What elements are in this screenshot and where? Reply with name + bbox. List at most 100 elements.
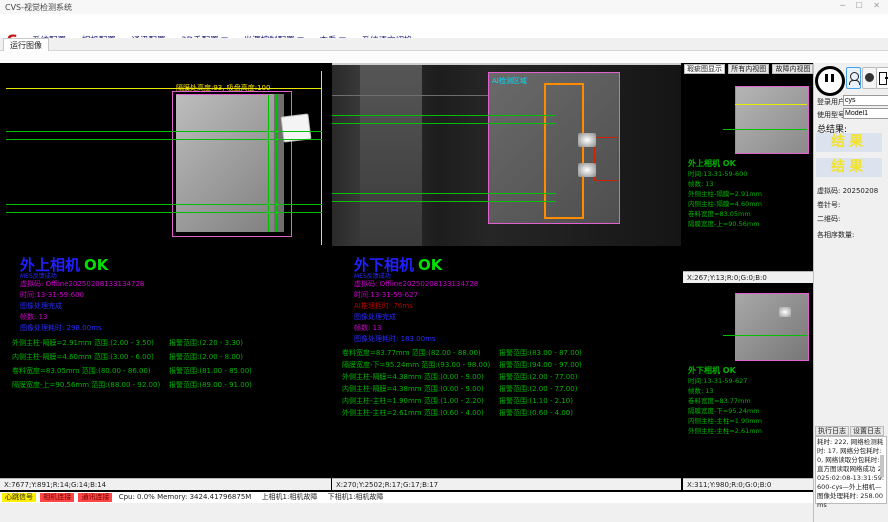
left-measure-row: 外侧主柱-隔膜=2.91mm 范围:(2.00 - 3.50)报警范围:(2.2…	[12, 338, 154, 348]
middle-measure-line-1	[332, 115, 556, 116]
thumb2-coordinate-bar: X:311;Y:980;R:0;G:0;B:0	[683, 478, 813, 490]
thumb1-line: 隔膜宽度-上=90.56mm	[688, 220, 760, 229]
left-process-done: 图像处理完成	[20, 301, 62, 311]
user-icon-body	[849, 80, 860, 85]
log-textarea[interactable]: 耗时: 222, 网络检测耗时: 17, 网络分包耗时: 0, 网络读取分包耗时…	[815, 436, 887, 504]
thumb2-line: 时间:13-31-59-627	[688, 377, 747, 386]
title-bar: CVS-视觉检测系统 ─ ☐ ✕	[0, 0, 888, 15]
login-user-button[interactable]	[846, 67, 861, 89]
thumbnail-panel-1[interactable]: 外上相机 OK 时间:13-31-59-600 帧数: 13 外侧主柱-隔膜=2…	[683, 74, 813, 271]
thumb1-line-title: 外上相机 OK	[688, 158, 736, 169]
exit-door-icon	[879, 72, 887, 85]
thumb2-line: 卷料宽度=83.77mm	[688, 397, 751, 406]
log-text: 耗时: 222, 网络检测耗时: 17, 网络分包耗时: 0, 网络读取分包耗时…	[817, 438, 885, 510]
thumb1-line: 帧数: 13	[688, 180, 714, 189]
middle-process-time: 图像处理耗时: 183.00ms	[354, 334, 436, 344]
middle-time: 时间:13-31-59-627	[354, 290, 418, 300]
thumb2-line: 外侧主柱-主柱=2.61mm	[688, 427, 762, 436]
middle-ai-box-red	[594, 137, 618, 181]
left-frame-count: 帧数: 13	[20, 312, 48, 322]
thumb2-line: 内侧主柱-主柱=1.90mm	[688, 417, 762, 426]
left-measure-line-3	[6, 204, 322, 205]
middle-result-ok: OK	[418, 256, 442, 274]
middle-highlight-2	[578, 163, 596, 177]
left-camera-panel[interactable]: 隔膜处高度:93, 吸盘高度:100 外上相机OK MES反馈成功 虚拟码: O…	[0, 63, 331, 478]
tab-run-image[interactable]: 运行图像	[3, 38, 49, 52]
middle-measure-row: 内侧主柱-隔膜=4.38mm 范围:(0.00 - 9.00)报警范围:(2.0…	[342, 384, 484, 394]
left-result-ok: OK	[84, 256, 108, 274]
left-measure-vline-2	[276, 94, 277, 232]
app-window: { "window": { "title": "CVS-视觉检测系统", "co…	[0, 0, 888, 522]
qr-code-label: 二维码:	[817, 214, 840, 224]
thumb1-line: 内侧主柱-隔膜=4.60mm	[688, 200, 762, 209]
thumb2-line: 隔膜宽度-下=95.24mm	[688, 407, 760, 416]
middle-ai-box-orange	[544, 83, 584, 219]
left-coordinate-bar: X:7677;Y:891;R:14;G:14;B:14	[0, 478, 331, 490]
thumbnail-image-2	[735, 293, 809, 361]
heartbeat-badge: 心跳信号	[2, 493, 36, 502]
thumbnail-tabs: 瑕疵图显示 所有内视图 故障内视图	[684, 64, 814, 74]
left-measure-row: 卷料宽度=83.05mm 范围:(80.00 - 86.00)报警范围:(81.…	[12, 366, 151, 376]
model-input[interactable]	[843, 108, 888, 119]
thumb2-mark-green	[723, 335, 807, 336]
needle-number-label: 卷针号:	[817, 200, 840, 210]
thumb1-line: 时间:13-31-59-600	[688, 170, 747, 179]
middle-measure-row: 隔膜宽度-下=95.24mm 范围:(93.00 - 98.00)报警范围:(9…	[342, 360, 490, 370]
left-measure-row: 内侧主柱-隔膜=4.60mm 范围:(3.00 - 6.00)报警范围:(2.0…	[12, 352, 154, 362]
thumbnail-image-1	[735, 86, 809, 154]
middle-column-band	[360, 65, 422, 246]
window-controls[interactable]: ─ ☐ ✕	[840, 1, 884, 10]
phase-count-label: 各相序数量:	[817, 230, 854, 240]
menu-bar: Ɛ 系统配置 相机配置 通讯配置 3D手配置 ▼ 光源控制配置 ▼ 查看 ▼ 系…	[0, 14, 888, 38]
left-measure-line-1	[6, 131, 322, 132]
left-overlay-text: 隔膜处高度:93, 吸盘高度:100	[176, 83, 270, 95]
middle-process-done: 图像处理完成	[354, 312, 396, 322]
left-barcode: 虚拟码: Offline20250208133134728	[20, 279, 144, 289]
left-ref-line-vertical	[321, 71, 322, 245]
tab-settings-log[interactable]: 设置日志	[850, 426, 884, 436]
thumb2-line: 帧数: 13	[688, 387, 714, 396]
thumb1-coordinate-bar: X:267;Y:13;R:0;G:0;B:0	[683, 271, 813, 283]
tab-fault-images[interactable]: 故障内视图	[772, 64, 813, 74]
settings-button[interactable]	[862, 67, 877, 89]
middle-camera-panel[interactable]: AI检测区域 外下相机OK MES反馈成功 虚拟码: Offline202502…	[332, 63, 681, 478]
window-title: CVS-视觉检测系统	[5, 2, 72, 13]
thumb2-line-title: 外下相机 OK	[688, 365, 736, 376]
middle-coordinate-bar: X:270;Y:2502;R:17;G:17;B:17	[332, 478, 681, 490]
pause-button[interactable]	[815, 66, 845, 96]
left-process-time: 图像处理耗时: 298.00ms	[20, 323, 102, 333]
thumbnail-panel-2[interactable]: 外下相机 OK 时间:13-31-59-627 帧数: 13 卷料宽度=83.7…	[683, 283, 813, 478]
middle-measure-line-4	[332, 201, 556, 202]
login-user-input[interactable]	[843, 95, 888, 106]
left-measure-vline-1	[268, 94, 269, 232]
thumb1-line: 卷料宽度=83.05mm	[688, 210, 751, 219]
camera-connect-badge: 相机连接	[40, 493, 74, 502]
middle-measure-row: 内侧主柱-主柱=1.90mm 范围:(1.00 - 2.20)报警范围:(1.1…	[342, 396, 484, 406]
comm-connect-badge: 通讯连接	[78, 493, 112, 502]
middle-overlay-text: AI检测区域	[492, 76, 527, 86]
lower-camera-status: 下相机1:相机故障	[328, 493, 384, 501]
middle-highlight-1	[578, 133, 596, 147]
middle-measure-line-3	[332, 193, 556, 194]
middle-measure-row: 卷料宽度=83.77mm 范围:(82.00 - 88.00)报警范围:(83.…	[342, 348, 481, 358]
tab-defect-image[interactable]: 瑕疵图显示	[684, 64, 725, 74]
middle-measure-row: 外侧主柱-隔膜=4.38mm 范围:(0.00 - 9.00)报警范围:(2.0…	[342, 372, 484, 382]
status-bar: 心跳信号 相机连接 通讯连接 Cpu: 0.0% Memory: 3424.41…	[0, 492, 813, 503]
thumb2-highlight	[779, 307, 791, 317]
gear-icon	[865, 73, 874, 82]
left-measure-row: 隔膜宽度-上=90.56mm 范围:(88.00 - 92.00)报警范围:(8…	[12, 380, 160, 390]
virtual-code-text: 虚拟码: 20250208	[817, 186, 878, 196]
left-measure-line-2	[6, 139, 322, 140]
middle-barcode: 虚拟码: Offline20250208133134728	[354, 279, 478, 289]
result-box-lower: 结果	[816, 158, 882, 177]
left-ref-line-horizontal	[6, 88, 322, 89]
tab-all-images[interactable]: 所有内视图	[728, 64, 769, 74]
tab-exec-log[interactable]: 执行日志	[815, 426, 849, 436]
thumb1-mark-green	[723, 129, 807, 130]
middle-ai-time: AI推理耗时: 76ms	[354, 301, 413, 311]
middle-measure-row: 外侧主柱-主柱=2.61mm 范围:(0.60 - 4.00)报警范围:(0.6…	[342, 408, 484, 418]
middle-measure-line-2	[332, 123, 556, 124]
exit-button[interactable]	[876, 67, 888, 89]
log-scrollbar[interactable]	[880, 455, 884, 477]
thumb1-line: 外侧主柱-隔膜=2.91mm	[688, 190, 762, 199]
